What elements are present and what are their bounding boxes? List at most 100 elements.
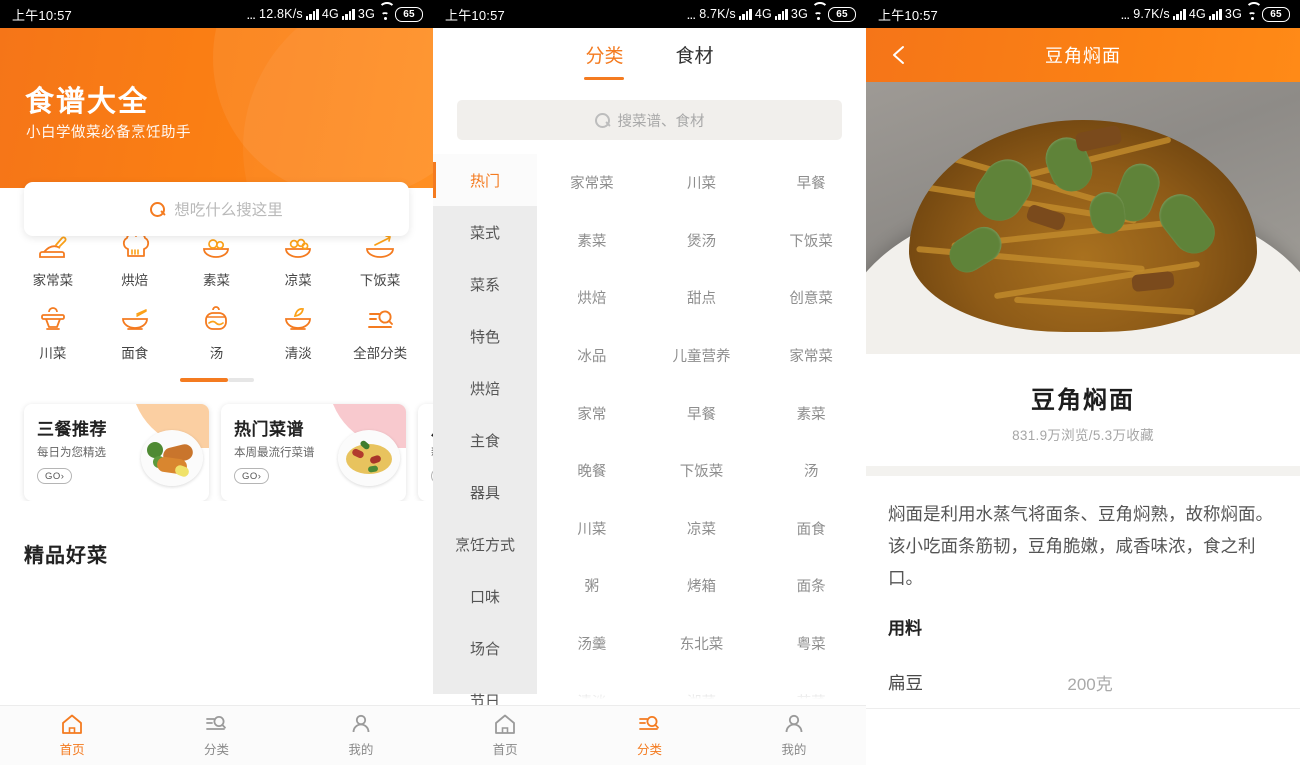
shortcut-label: 凉菜 [284,273,312,288]
category-grid-item[interactable]: 面食 [756,500,866,558]
category-grid-item[interactable]: 儿童营养 [647,327,757,385]
tab-categories[interactable]: 分类 [585,41,623,73]
category-grid-item[interactable]: 甜点 [647,269,757,327]
category-sidebar[interactable]: 热门 菜式 菜系 特色 烘焙 主食 器具 烹饪方式 口味 场合 节日 [433,154,537,710]
shortcut-rice-dish[interactable]: 下饭菜 [339,232,421,289]
shortcut-label: 汤 [209,346,224,361]
category-search-placeholder: 搜菜谱、食材 [617,113,705,130]
category-grid-item[interactable]: 面条 [756,557,866,615]
category-grid-item[interactable]: 素菜 [756,384,866,442]
ingredient-name: 扁豆 [888,673,923,693]
shortcut-sichuan[interactable]: 川菜 [12,305,94,362]
status-bar: 上午10:57 ... 9.7K/s 4G 3G 65 [866,0,1300,28]
sidebar-item-utensils[interactable]: 器具 [433,466,537,518]
promo-card[interactable]: 三餐推荐 每日为您精选 GO› [24,404,209,501]
category-grid-item[interactable]: 烤箱 [647,557,757,615]
network-type-primary: 4G [1188,7,1206,21]
ingredients-heading: 用料 [888,619,922,638]
sidebar-item-cooking-method[interactable]: 烹饪方式 [433,518,537,570]
category-grid-item[interactable]: 粥 [537,557,647,615]
category-grid-item[interactable]: 家常菜 [756,327,866,385]
category-search-bar[interactable]: 搜菜谱、食材 [457,100,842,140]
bottom-navigation-category: 首页 分类 我的 [433,705,866,765]
sidebar-item-occasion[interactable]: 场合 [433,622,537,674]
light-food-icon [285,308,312,330]
category-grid-item[interactable]: 家常 [537,384,647,442]
nav-item-profile[interactable]: 我的 [722,713,866,758]
promo-card-carousel[interactable]: 三餐推荐 每日为您精选 GO› 热门菜谱 本周最流行菜谱 GO› 八 新 ( [0,382,433,501]
home-icon [495,714,516,734]
sidebar-item-hot[interactable]: 热门 [433,154,537,206]
sidebar-item-staple[interactable]: 主食 [433,414,537,466]
signal-bars-secondary-icon [774,8,788,20]
status-bar: 上午10:57 ... 8.7K/s 4G 3G 65 [433,0,866,28]
recipe-header: 豆角焖面 831.9万浏览/5.3万收藏 [866,354,1300,444]
app-subtitle: 小白学做菜必备烹饪助手 [26,125,191,141]
category-grid-item[interactable]: 下饭菜 [647,442,757,500]
shortcut-cold-dish[interactable]: 凉菜 [257,232,339,289]
wifi-icon [378,9,392,20]
shortcut-label: 下饭菜 [359,273,401,288]
promo-card-go-button[interactable]: GO› [234,468,270,484]
shortcut-label: 清淡 [284,346,312,361]
category-grid-item[interactable]: 凉菜 [647,500,757,558]
nav-label: 分类 [203,743,229,757]
nav-item-category[interactable]: 分类 [577,713,721,758]
category-grid-item[interactable]: 冰品 [537,327,647,385]
shortcut-vegetarian[interactable]: 素菜 [176,232,258,289]
network-type-primary: 4G [321,7,339,21]
promo-card-partial[interactable]: 八 新 ( [418,404,433,501]
status-bar-indicators: ... 8.7K/s 4G 3G 65 [687,6,856,22]
category-grid-item[interactable]: 粤菜 [756,615,866,673]
shortcut-label: 家常菜 [32,273,74,288]
nav-item-home[interactable]: 首页 [0,713,144,758]
category-grid-item[interactable]: 汤羹 [537,615,647,673]
user-icon [352,714,370,733]
category-body: 热门 菜式 菜系 特色 烘焙 主食 器具 烹饪方式 口味 场合 节日 家常菜 川… [433,154,866,711]
category-grid-item[interactable]: 下饭菜 [756,212,866,270]
status-bar: 上午10:57 ... 12.8K/s 4G 3G 65 [0,0,433,28]
category-grid-item[interactable]: 烘焙 [537,269,647,327]
nav-item-home[interactable]: 首页 [433,713,577,758]
sidebar-item-cuisine[interactable]: 菜系 [433,258,537,310]
category-grid-item[interactable]: 煲汤 [647,212,757,270]
category-grid-item[interactable]: 早餐 [756,154,866,212]
category-grid-item[interactable]: 创意菜 [756,269,866,327]
notification-dots-icon: ... [686,6,697,22]
sidebar-item-specialty[interactable]: 特色 [433,310,537,362]
category-grid-item[interactable]: 川菜 [647,154,757,212]
signal-bars-icon [305,8,319,20]
signal-bars-secondary-icon [1208,8,1222,20]
shortcut-light-food[interactable]: 清淡 [257,305,339,362]
promo-card-go-button[interactable]: GO› [37,468,73,484]
veggie-bowl-icon [203,239,230,258]
tab-ingredients[interactable]: 食材 [676,41,714,73]
nav-item-category[interactable]: 分类 [144,713,288,758]
chevron-left-icon[interactable] [888,44,910,66]
sidebar-item-baking[interactable]: 烘焙 [433,362,537,414]
home-search-bar[interactable]: 想吃什么搜这里 [24,182,409,236]
shortcut-baking[interactable]: 烘焙 [94,232,176,289]
sidebar-item-flavor[interactable]: 口味 [433,570,537,622]
network-type-primary: 4G [754,7,772,21]
category-grid-item[interactable]: 家常菜 [537,154,647,212]
shortcut-soup[interactable]: 汤 [176,305,258,362]
shortcut-all-categories[interactable]: 全部分类 [339,305,421,362]
bottom-navigation-home: 首页 分类 我的 [0,705,433,765]
category-grid-item[interactable]: 川菜 [537,500,647,558]
nav-item-profile[interactable]: 我的 [289,713,433,758]
category-grid-item[interactable]: 早餐 [647,384,757,442]
shortcut-noodles[interactable]: 面食 [94,305,176,362]
promo-card[interactable]: 热门菜谱 本周最流行菜谱 GO› [221,404,406,501]
category-grid-item[interactable]: 晚餐 [537,442,647,500]
sidebar-item-dishstyle[interactable]: 菜式 [433,206,537,258]
notification-dots-icon: ... [246,6,256,22]
nav-label: 首页 [59,743,85,757]
recipe-navbar-title: 豆角焖面 [1045,46,1121,66]
category-grid-item[interactable]: 汤 [756,442,866,500]
status-bar-time: 上午10:57 [445,7,505,23]
notification-dots-icon: ... [1120,6,1131,22]
shortcut-home-dish[interactable]: 家常菜 [12,232,94,289]
category-grid-item[interactable]: 素菜 [537,212,647,270]
category-grid-item[interactable]: 东北菜 [647,615,757,673]
